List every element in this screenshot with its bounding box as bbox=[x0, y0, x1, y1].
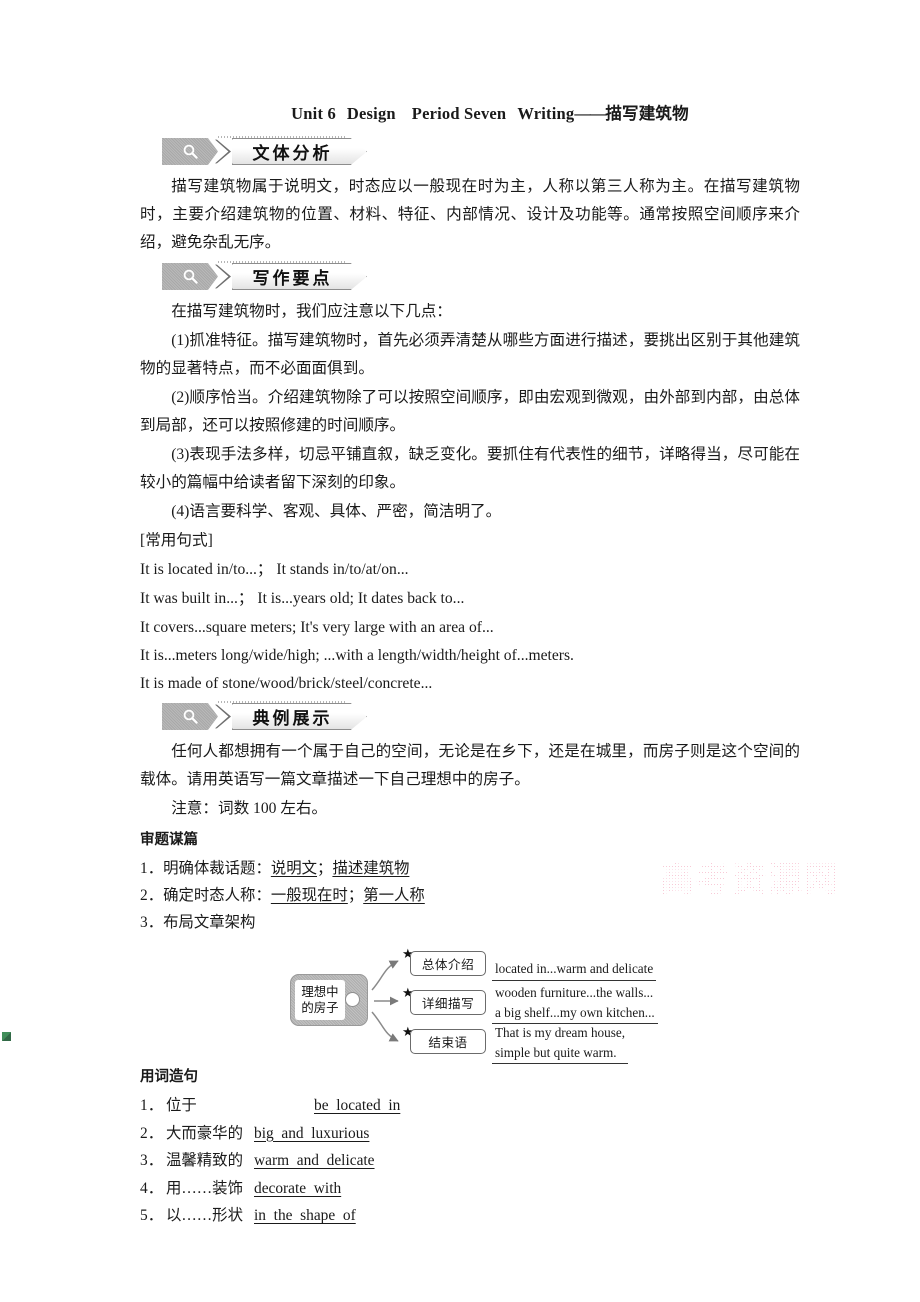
item-answer-b: 第一人称 bbox=[363, 887, 425, 904]
document-page: 高考资源网 Unit 6 Design Period Seven Writing——描… bbox=[0, 0, 920, 1302]
page-content: Unit 6 Design Period Seven Writing——描写建筑物 文… bbox=[140, 100, 800, 1230]
diagram-branch-text-overview: located in...warm and delicate bbox=[492, 960, 657, 981]
center-line-1: 理想中 bbox=[301, 985, 339, 999]
word-usage-heading: 用词造句 bbox=[140, 1069, 198, 1085]
badge-dotted-edge bbox=[218, 136, 347, 138]
badge-chevron-arrow-icon bbox=[215, 138, 231, 165]
badge-chevron-arrow-icon bbox=[215, 703, 231, 730]
diagram-center-node: 理想中 的房子 bbox=[290, 974, 368, 1026]
word-index: 3． bbox=[140, 1152, 164, 1169]
magnifier-icon bbox=[162, 138, 218, 165]
word-row: 4． 用……装饰 decorate with bbox=[140, 1175, 800, 1203]
analysis-item-3: 3．布局文章架构 bbox=[140, 909, 800, 936]
section-badge-writing-points: 写作要点 bbox=[162, 261, 367, 290]
section-badge-style-analysis: 文体分析 bbox=[162, 136, 367, 165]
item-sep: ； bbox=[317, 860, 333, 877]
example-prompt: 任何人都想拥有一个属于自己的空间，无论是在乡下，还是在城里，而房子则是这个空间的… bbox=[140, 743, 800, 788]
writing-point-4: (4)语言要科学、客观、具体、严密，简洁明了。 bbox=[171, 503, 502, 520]
word-index: 1． bbox=[140, 1097, 164, 1114]
word-english-answer: big and luxurious bbox=[254, 1124, 370, 1142]
section-title: 写作要点 bbox=[252, 269, 333, 289]
title-dash: —— bbox=[574, 104, 606, 123]
diagram-branch-box-ending: 结束语 bbox=[410, 1029, 486, 1054]
pattern-line-3: It covers...square meters; It's very lar… bbox=[140, 619, 494, 636]
item-label: 确定时态人称： bbox=[163, 887, 271, 904]
word-row: 5． 以……形状 in the shape of bbox=[140, 1202, 800, 1230]
title-unit-name: Design bbox=[346, 104, 396, 123]
word-english-answer: decorate with bbox=[254, 1179, 342, 1197]
word-chinese: 位于 bbox=[166, 1097, 197, 1114]
watermark-corner-mark bbox=[2, 1032, 11, 1041]
word-english-answer: warm and delicate bbox=[254, 1152, 375, 1169]
section-title: 典例展示 bbox=[252, 709, 333, 729]
item-index: 2． bbox=[140, 887, 164, 904]
badge-title-plate: 文体分析 bbox=[232, 138, 367, 165]
word-row: 3． 温馨精致的 warm and delicate bbox=[140, 1147, 800, 1175]
item-label: 明确体裁话题： bbox=[163, 860, 271, 877]
badge-dotted-edge bbox=[218, 701, 347, 703]
writing-point-1: (1)抓准特征。描写建筑物时，首先必须弄清楚从哪些方面进行描述，要挑出区别于其他… bbox=[140, 332, 800, 377]
diagram-node-dot-icon bbox=[345, 992, 360, 1007]
article-structure-diagram: 理想中 的房子 ★ 总体介绍 located in...warm and del… bbox=[140, 946, 800, 1064]
magnifier-icon bbox=[162, 703, 218, 730]
word-index: 4． bbox=[140, 1179, 164, 1197]
writing-point-2: (2)顺序恰当。介绍建筑物除了可以按照空间顺序，即由宏观到微观，由外部到内部，由… bbox=[140, 389, 800, 434]
pattern-line-1: It is located in/to...； It stands in/to/… bbox=[140, 561, 409, 578]
badge-title-plate: 写作要点 bbox=[232, 263, 367, 290]
diagram-branch-text-ending: That is my dream house, simple but quite… bbox=[492, 1024, 629, 1064]
branch-text-line: simple but quite warm. bbox=[492, 1044, 629, 1064]
example-note: 注意：词数 100 左右。 bbox=[171, 800, 328, 817]
title-skill: Writing bbox=[517, 104, 575, 123]
writing-point-3: (3)表现手法多样，切忌平铺直叙，缺乏变化。要抓住有代表性的细节，详略得当，尽可… bbox=[140, 446, 800, 491]
title-topic: 描写建筑物 bbox=[605, 104, 689, 123]
item-index: 3． bbox=[140, 914, 164, 931]
item-label: 布局文章架构 bbox=[163, 914, 256, 931]
writing-points-lead: 在描写建筑物时，我们应注意以下几点： bbox=[171, 303, 452, 320]
item-answer-a: 一般现在时 bbox=[270, 887, 348, 904]
analysis-heading: 审题谋篇 bbox=[140, 832, 198, 848]
word-english-answer: in the shape of bbox=[254, 1207, 356, 1224]
word-chinese: 大而豪华的 bbox=[166, 1124, 243, 1142]
branch-text-line: That is my dream house, bbox=[495, 1025, 626, 1040]
item-sep: ； bbox=[347, 887, 364, 904]
pattern-line-4: It is...meters long/wide/high; ...with a… bbox=[140, 647, 574, 664]
common-patterns-heading: [常用句式] bbox=[140, 532, 213, 549]
title-period: Period Seven bbox=[411, 104, 507, 123]
word-index: 2． bbox=[140, 1124, 164, 1142]
branch-text-line: located in...warm and delicate bbox=[492, 960, 657, 981]
analysis-item-1: 1．明确体裁话题：说明文；描述建筑物 bbox=[140, 855, 800, 882]
word-row: 1． 位于 be located in bbox=[140, 1092, 800, 1120]
section-title: 文体分析 bbox=[252, 144, 333, 164]
word-english-answer: be located in bbox=[314, 1097, 401, 1114]
badge-dotted-edge bbox=[218, 261, 347, 263]
section-badge-example-display: 典例展示 bbox=[162, 701, 367, 730]
analysis-item-2: 2．确定时态人称：一般现在时；第一人称 bbox=[140, 882, 800, 909]
word-chinese: 用……装饰 bbox=[166, 1179, 243, 1197]
item-answer-b: 描述建筑物 bbox=[332, 860, 410, 877]
badge-chevron-arrow-icon bbox=[215, 263, 231, 290]
badge-title-plate: 典例展示 bbox=[232, 703, 367, 730]
word-row: 2． 大而豪华的 big and luxurious bbox=[140, 1120, 800, 1148]
diagram-branch-box-overview: 总体介绍 bbox=[410, 951, 486, 976]
pattern-line-5: It is made of stone/wood/brick/steel/con… bbox=[140, 675, 433, 692]
item-answer-a: 说明文 bbox=[270, 860, 318, 877]
word-chinese: 以……形状 bbox=[166, 1207, 243, 1224]
word-chinese: 温馨精致的 bbox=[166, 1152, 243, 1169]
branch-text-line: a big shelf...my own kitchen... bbox=[492, 1004, 658, 1024]
style-analysis-paragraph: 描写建筑物属于说明文，时态应以一般现在时为主，人称以第三人称为主。在描写建筑物时… bbox=[140, 178, 800, 251]
diagram-branch-box-detail: 详细描写 bbox=[410, 990, 486, 1015]
title-unit: Unit 6 bbox=[291, 104, 336, 123]
diagram-branch-text-detail: wooden furniture...the walls... a big sh… bbox=[492, 984, 658, 1024]
pattern-line-2: It was built in...； It is...years old; I… bbox=[140, 590, 465, 607]
diagram-center-label: 理想中 的房子 bbox=[295, 980, 345, 1020]
word-index: 5． bbox=[140, 1207, 164, 1224]
magnifier-icon bbox=[162, 263, 218, 290]
center-line-2: 的房子 bbox=[301, 1001, 339, 1015]
item-index: 1． bbox=[140, 860, 164, 877]
branch-text-line: wooden furniture...the walls... bbox=[495, 985, 654, 1000]
page-title: Unit 6 Design Period Seven Writing——描写建筑物 bbox=[140, 100, 800, 124]
